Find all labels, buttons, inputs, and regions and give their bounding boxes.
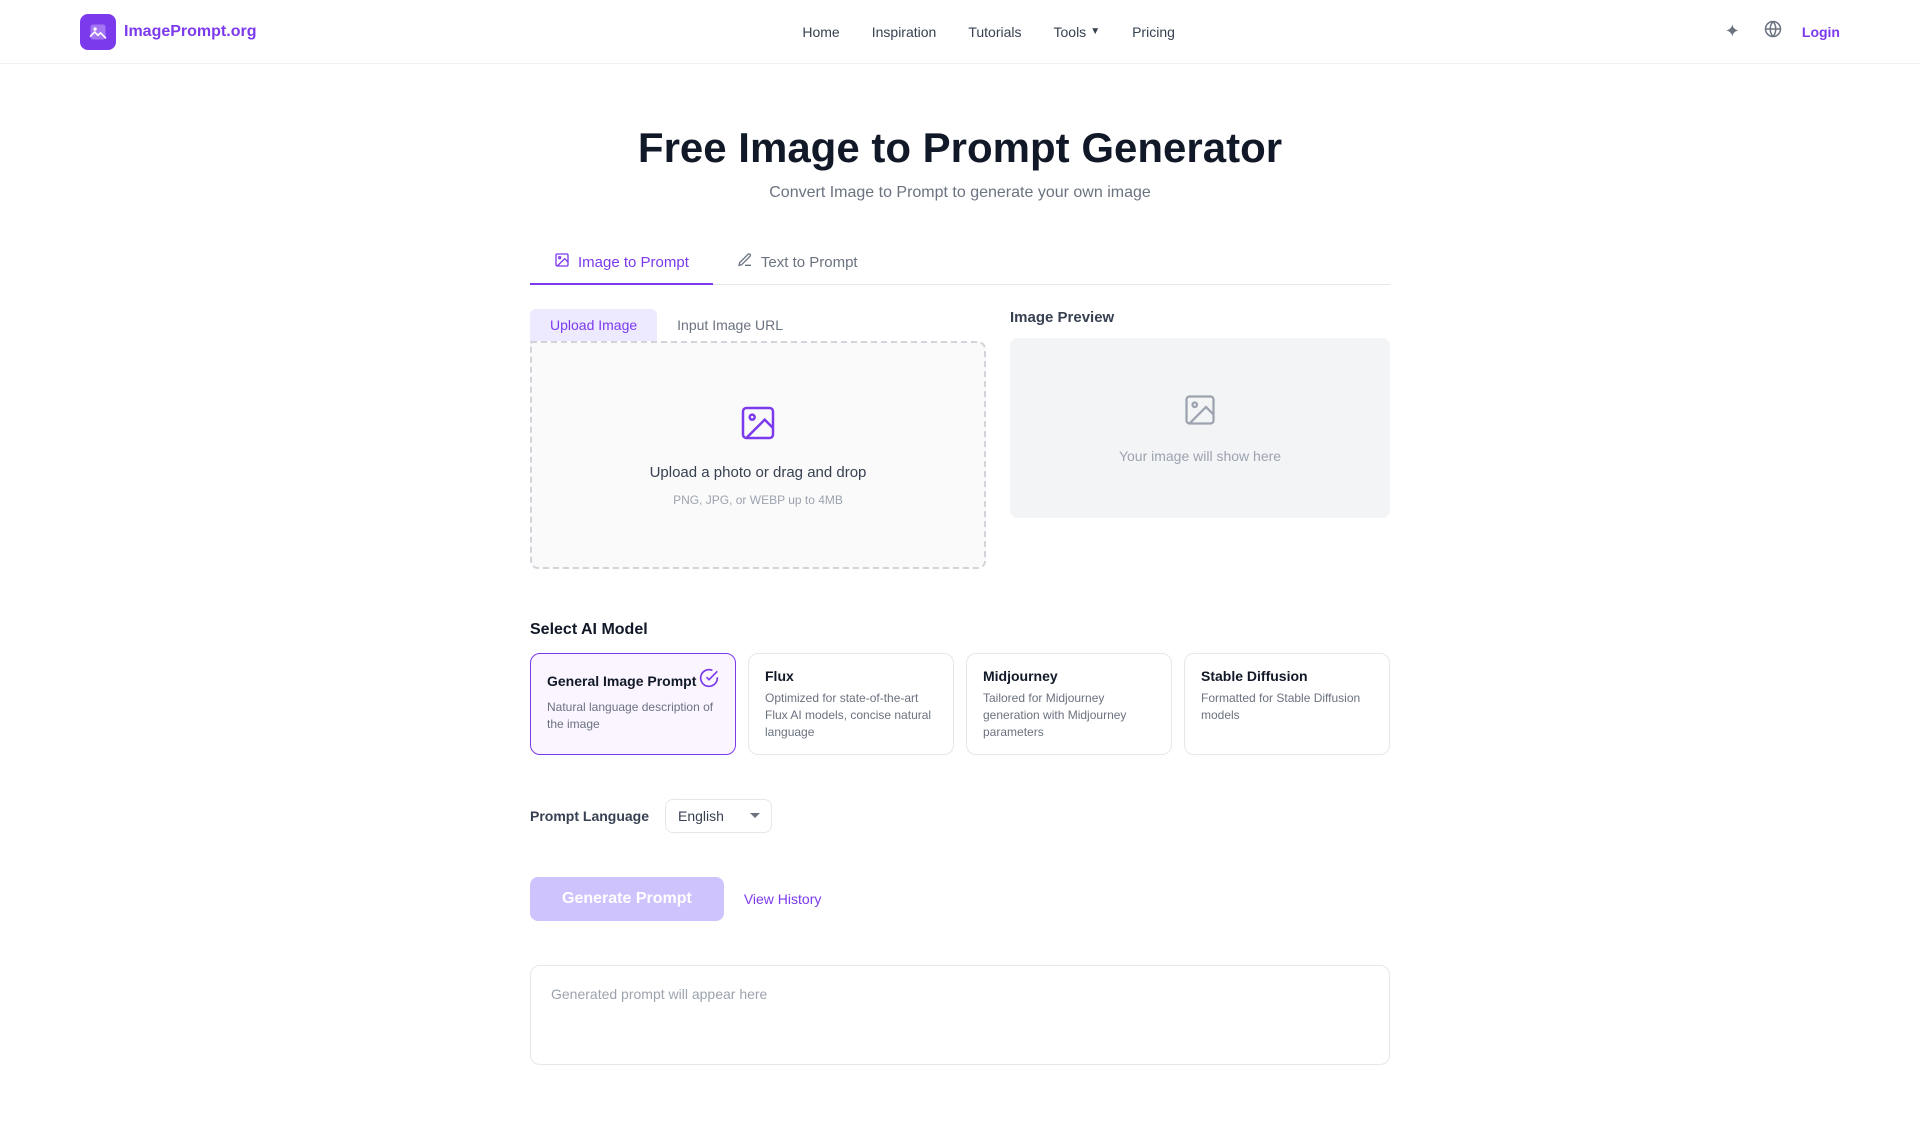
text-to-prompt-icon <box>737 252 753 273</box>
upload-main-text: Upload a photo or drag and drop <box>650 464 867 481</box>
nav-pricing[interactable]: Pricing <box>1132 24 1175 40</box>
tab-image-to-prompt[interactable]: Image to Prompt <box>530 242 713 285</box>
model-card-flux[interactable]: Flux Optimized for state-of-the-art Flux… <box>748 653 954 755</box>
language-button[interactable] <box>1760 16 1786 47</box>
upload-sub-text: PNG, JPG, or WEBP up to 4MB <box>673 493 843 507</box>
model-card-stable-diffusion[interactable]: Stable Diffusion Formatted for Stable Di… <box>1184 653 1390 755</box>
model-name-general: General Image Prompt <box>547 673 696 689</box>
nav-home[interactable]: Home <box>802 24 839 40</box>
navbar: ImagePrompt.org Home Inspiration Tutoria… <box>0 0 1920 64</box>
output-placeholder: Generated prompt will appear here <box>551 986 767 1002</box>
generate-row: Generate Prompt View History <box>530 877 1390 921</box>
main-tabs: Image to Prompt Text to Prompt <box>530 242 1390 285</box>
content-grid: Upload Image Input Image URL Upload a ph… <box>530 309 1390 1065</box>
tools-dropdown-icon: ▼ <box>1090 26 1100 37</box>
model-desc-general: Natural language description of the imag… <box>547 699 719 733</box>
model-desc-sd: Formatted for Stable Diffusion models <box>1201 690 1373 724</box>
nav-right: ✦ Login <box>1721 16 1840 47</box>
hero-title: Free Image to Prompt Generator <box>20 124 1900 172</box>
nav-tools[interactable]: Tools ▼ <box>1054 24 1101 40</box>
nav-tutorials[interactable]: Tutorials <box>968 24 1021 40</box>
image-to-prompt-icon <box>554 252 570 273</box>
hero-section: Free Image to Prompt Generator Convert I… <box>0 64 1920 242</box>
prompt-language-label: Prompt Language <box>530 808 649 824</box>
input-url-tab[interactable]: Input Image URL <box>657 309 803 341</box>
model-card-header-sd: Stable Diffusion <box>1201 668 1373 684</box>
model-name-midjourney: Midjourney <box>983 668 1058 684</box>
output-area: Generated prompt will appear here <box>530 965 1390 1065</box>
generate-prompt-button[interactable]: Generate Prompt <box>530 877 724 921</box>
model-card-header-flux: Flux <box>765 668 937 684</box>
main-content: Image to Prompt Text to Prompt Upload Im… <box>510 242 1410 1125</box>
nav-links: Home Inspiration Tutorials Tools ▼ Prici… <box>802 24 1175 40</box>
upload-image-tab[interactable]: Upload Image <box>530 309 657 341</box>
preview-placeholder-icon <box>1182 392 1218 436</box>
language-select[interactable]: English Spanish French German Chinese Ja… <box>665 799 772 833</box>
upload-tabs: Upload Image Input Image URL <box>530 309 986 341</box>
model-desc-flux: Optimized for state-of-the-art Flux AI m… <box>765 690 937 740</box>
select-ai-model-section: Select AI Model General Image Prompt Nat… <box>530 593 1390 755</box>
upload-dropzone[interactable]: Upload a photo or drag and drop PNG, JPG… <box>530 341 986 569</box>
model-name-flux: Flux <box>765 668 794 684</box>
upload-image-icon <box>738 403 778 452</box>
logo-text: ImagePrompt.org <box>124 23 256 41</box>
select-ai-model-title: Select AI Model <box>530 621 1390 639</box>
preview-box: Your image will show here <box>1010 338 1390 518</box>
login-button[interactable]: Login <box>1802 24 1840 40</box>
preview-label: Image Preview <box>1010 309 1390 326</box>
logo[interactable]: ImagePrompt.org <box>80 14 256 50</box>
model-card-header-midjourney: Midjourney <box>983 668 1155 684</box>
model-card-header-general: General Image Prompt <box>547 668 719 693</box>
model-name-sd: Stable Diffusion <box>1201 668 1308 684</box>
view-history-button[interactable]: View History <box>744 891 822 907</box>
model-card-midjourney[interactable]: Midjourney Tailored for Midjourney gener… <box>966 653 1172 755</box>
theme-toggle-button[interactable]: ✦ <box>1721 17 1744 46</box>
nav-inspiration[interactable]: Inspiration <box>872 24 937 40</box>
preview-placeholder-text: Your image will show here <box>1119 448 1281 464</box>
model-grid: General Image Prompt Natural language de… <box>530 653 1390 755</box>
model-desc-midjourney: Tailored for Midjourney generation with … <box>983 690 1155 740</box>
prompt-language-row: Prompt Language English Spanish French G… <box>530 799 1390 833</box>
upload-panel: Upload Image Input Image URL Upload a ph… <box>530 309 986 569</box>
model-card-general[interactable]: General Image Prompt Natural language de… <box>530 653 736 755</box>
model-check-general <box>699 668 719 693</box>
image-preview-panel: Image Preview Your image will show here <box>1010 309 1390 569</box>
hero-subtitle: Convert Image to Prompt to generate your… <box>20 184 1900 202</box>
tab-text-to-prompt[interactable]: Text to Prompt <box>713 242 882 285</box>
logo-icon <box>80 14 116 50</box>
